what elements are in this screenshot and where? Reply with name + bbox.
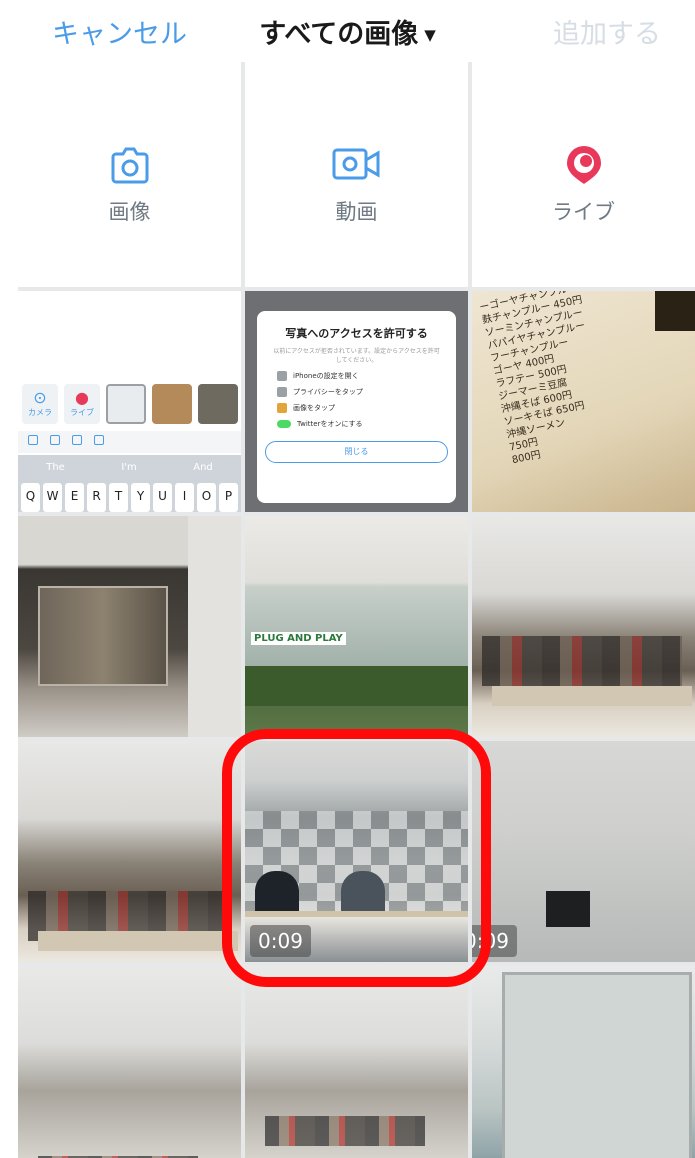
album-title: すべての画像 [259, 19, 419, 50]
photo-thumbnail-permission-screenshot[interactable]: 写真へのアクセスを許可する 以前にアクセスが拒否されています。設定からアクセスを… [245, 291, 468, 512]
photo-thumbnail-entrance[interactable] [18, 516, 241, 737]
option-video[interactable]: 動画 [245, 62, 468, 287]
mini-keyboard-row: QWERTYUIOP [18, 479, 241, 512]
option-live[interactable]: ライブ [472, 62, 695, 287]
camera-icon [111, 147, 148, 183]
video-camera-icon [332, 148, 379, 179]
option-photo-label: 画像 [108, 199, 151, 224]
video-thumbnail-selected[interactable]: 0:09 [245, 741, 468, 962]
photo-thumbnail-glass-wall[interactable] [472, 966, 695, 1158]
add-button[interactable]: 追加する [553, 12, 661, 51]
mini-permission-dialog: 写真へのアクセスを許可する 以前にアクセスが拒否されています。設定からアクセスを… [257, 311, 456, 503]
mini-thumb [198, 384, 238, 424]
photo-thumbnail-coworking[interactable] [472, 516, 695, 737]
photo-thumbnail-coworking-2[interactable] [18, 741, 241, 962]
mini-live-tile: ● ライブ [64, 384, 100, 424]
video-thumbnail-office[interactable]: 0:09 [472, 741, 695, 962]
photo-thumbnail-office[interactable] [18, 966, 241, 1158]
mini-thumb [152, 384, 192, 424]
mini-toolbar [18, 431, 241, 453]
mini-media-strip: ⊙ カメラ ● ライブ [18, 381, 241, 427]
header: キャンセル すべての画像 ▼ 追加する [0, 0, 695, 62]
option-video-label: 動画 [335, 199, 378, 224]
photo-thumbnail-storefront[interactable]: PLUG AND PLAY [245, 516, 468, 737]
photo-thumbnail-menu[interactable]: ーゴーヤチャンプルー 麩チャンプルー 450円 ソーミンチャンプルー パパイヤチ… [472, 291, 695, 512]
mini-thumb [106, 384, 146, 424]
mini-suggestion-bar: The I'm And [18, 455, 241, 479]
video-duration-badge: 0:09 [250, 925, 311, 957]
photo-thumbnail-keyboard-screenshot[interactable]: ⊙ カメラ ● ライブ The I'm And QWERTYUIOP [18, 291, 241, 512]
option-live-label: ライブ [552, 199, 615, 224]
mini-camera-tile: ⊙ カメラ [22, 384, 58, 424]
media-grid: 画像 動画 ライブ ⊙ カメラ ● ライブ The I'm And Q W E … [18, 62, 695, 1158]
video-duration-badge: 0:09 [472, 925, 517, 957]
photo-thumbnail-office-2[interactable] [245, 966, 468, 1158]
caret-down-icon: ▼ [424, 26, 436, 44]
storefront-sign: PLUG AND PLAY [251, 632, 346, 645]
option-photo[interactable]: 画像 [18, 62, 241, 287]
live-periscope-icon [566, 145, 601, 184]
